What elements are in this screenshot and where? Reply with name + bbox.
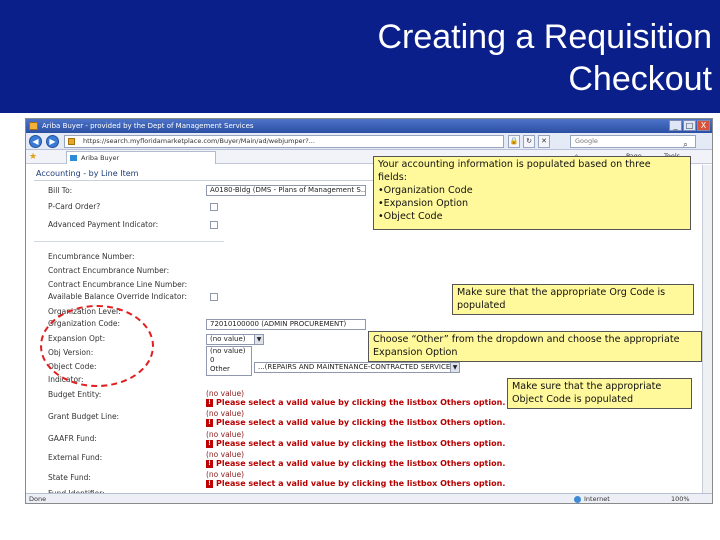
available-balance-checkbox[interactable]: [210, 293, 218, 301]
tab-label: Ariba Buyer: [81, 154, 120, 162]
address-actions: 🔒 ↻ ✕: [508, 135, 550, 148]
contract-encumbrance-label: Contract Encumbrance Number:: [48, 266, 170, 275]
error-message: Please select a valid value by clicking …: [216, 479, 506, 488]
vertical-scrollbar[interactable]: [702, 165, 712, 493]
state-fund-label: State Fund:: [48, 473, 91, 482]
callout-accounting: Your accounting information is populated…: [373, 156, 691, 230]
close-button[interactable]: X: [697, 120, 710, 131]
organization-code-value: 72010100000 (ADMIN PROCUREMENT): [210, 320, 347, 328]
budget-entity-error: ! Please select a valid value by clicking…: [206, 398, 505, 408]
slide-title-line-2: Checkout: [568, 60, 712, 98]
zoom-level[interactable]: 100%: [671, 494, 690, 503]
expansion-option-value: (no value): [210, 335, 246, 343]
star-icon[interactable]: ★: [29, 152, 37, 162]
divider: [34, 241, 224, 242]
callout-line: populated: [457, 300, 506, 311]
security-zone: Internet: [574, 494, 610, 503]
gaafr-fund-value[interactable]: (no value): [206, 430, 244, 439]
chevron-down-icon[interactable]: ▼: [450, 363, 459, 372]
status-text: Done: [29, 495, 47, 503]
grant-budget-value[interactable]: (no value): [206, 409, 244, 418]
section-title: Accounting - by Line Item: [36, 169, 139, 178]
object-code-field[interactable]: ...(REPAIRS AND MAINTENANCE-CONTRACTED S…: [254, 362, 460, 373]
tab-icon: [70, 155, 77, 161]
error-message: Please select a valid value by clicking …: [216, 398, 506, 407]
forward-icon[interactable]: ▶: [46, 135, 59, 148]
callout-line: Object Code is populated: [512, 394, 634, 405]
window-title-bar: Ariba Buyer - provided by the Dept of Ma…: [26, 119, 712, 133]
lock-icon: [68, 138, 75, 145]
app-icon: [29, 122, 38, 130]
search-input[interactable]: Google ⌕: [570, 135, 696, 149]
section-divider: [34, 180, 374, 181]
error-icon: !: [206, 418, 213, 427]
slide-title-line-1: Creating a Requisition: [377, 18, 712, 56]
contract-encumbrance-line-label: Contract Encumbrance Line Number:: [48, 280, 188, 289]
status-bar: Done Internet 100%: [26, 493, 712, 503]
callout-line: •Expansion Option: [378, 198, 469, 209]
budget-entity-value[interactable]: (no value): [206, 389, 244, 398]
callout-line: fields:: [378, 172, 407, 183]
expansion-option-select[interactable]: (no value) ▼: [206, 334, 264, 345]
external-fund-label: External Fund:: [48, 453, 103, 462]
budget-entity-label: Budget Entity:: [48, 390, 102, 399]
callout-line: Choose “Other” from the dropdown and cho…: [373, 334, 680, 345]
bill-to-field[interactable]: A0180-Bldg (DMS - Plans of Management S.…: [206, 185, 366, 196]
window-title: Ariba Buyer - provided by the Dept of Ma…: [42, 122, 254, 130]
error-icon: !: [206, 479, 213, 488]
address-bar: ◀ ▶ https://search.myfloridamarketplace.…: [26, 133, 712, 150]
pcard-checkbox[interactable]: [210, 203, 218, 211]
error-icon: !: [206, 459, 213, 468]
state-fund-error: ! Please select a valid value by clicking…: [206, 479, 505, 489]
grant-budget-error: ! Please select a valid value by clicking…: [206, 418, 505, 428]
error-icon: !: [206, 439, 213, 448]
back-icon[interactable]: ◀: [29, 135, 42, 148]
title-banner: Creating a Requisition Checkout: [0, 0, 720, 113]
refresh-icon[interactable]: ↻: [523, 135, 535, 148]
bill-to-label: Bill To:: [48, 186, 73, 195]
browser-tab[interactable]: Ariba Buyer: [66, 151, 216, 164]
advance-payment-label: Advanced Payment Indicator:: [48, 220, 159, 229]
error-message: Please select a valid value by clicking …: [216, 418, 506, 427]
state-fund-value[interactable]: (no value): [206, 470, 244, 479]
callout-line: Make sure that the appropriate Org Code …: [457, 287, 666, 298]
gaafr-fund-error: ! Please select a valid value by clicking…: [206, 439, 505, 449]
callout-line: Your accounting information is populated…: [378, 159, 651, 170]
external-fund-value[interactable]: (no value): [206, 450, 244, 459]
zone-text: Internet: [584, 495, 610, 503]
external-fund-error: ! Please select a valid value by clicking…: [206, 459, 505, 469]
gaafr-fund-label: GAAFR Fund:: [48, 434, 97, 443]
error-icon: !: [206, 398, 213, 407]
maximize-button[interactable]: □: [683, 120, 696, 131]
lock-status-icon[interactable]: 🔒: [508, 135, 520, 148]
callout-org-code: Make sure that the appropriate Org Code …: [452, 284, 694, 315]
chevron-down-icon[interactable]: ▼: [254, 335, 263, 344]
window-buttons: _ □ X: [669, 120, 710, 131]
grant-budget-label: Grant Budget Line:: [48, 412, 120, 421]
available-balance-label: Available Balance Override Indicator:: [48, 292, 187, 301]
object-code-value: ...(REPAIRS AND MAINTENANCE-CONTRACTED S…: [258, 363, 458, 371]
organization-code-field[interactable]: 72010100000 (ADMIN PROCUREMENT): [206, 319, 366, 330]
slide-title: Creating a Requisition Checkout: [152, 16, 712, 100]
pcard-label: P-Card Order?: [48, 202, 101, 211]
search-placeholder: Google: [575, 137, 598, 145]
highlight-ellipse: [40, 305, 154, 387]
callout-other: Choose “Other” from the dropdown and cho…: [368, 331, 702, 362]
globe-icon: [574, 495, 581, 503]
bill-to-value: A0180-Bldg (DMS - Plans of Management S.…: [210, 186, 366, 194]
encumbrance-label: Encumbrance Number:: [48, 252, 135, 261]
callout-line: Expansion Option: [373, 347, 458, 358]
callout-object-code: Make sure that the appropriate Object Co…: [507, 378, 692, 409]
error-message: Please select a valid value by clicking …: [216, 439, 506, 448]
callout-line: •Organization Code: [378, 185, 473, 196]
advance-payment-checkbox[interactable]: [210, 221, 218, 229]
url-text: https://search.myfloridamarketplace.com/…: [83, 137, 315, 145]
callout-line: Make sure that the appropriate: [512, 381, 662, 392]
error-message: Please select a valid value by clicking …: [216, 459, 506, 468]
stop-icon[interactable]: ✕: [538, 135, 550, 148]
url-field[interactable]: https://search.myfloridamarketplace.com/…: [64, 135, 504, 148]
callout-line: •Object Code: [378, 211, 443, 222]
minimize-button[interactable]: _: [669, 120, 682, 131]
